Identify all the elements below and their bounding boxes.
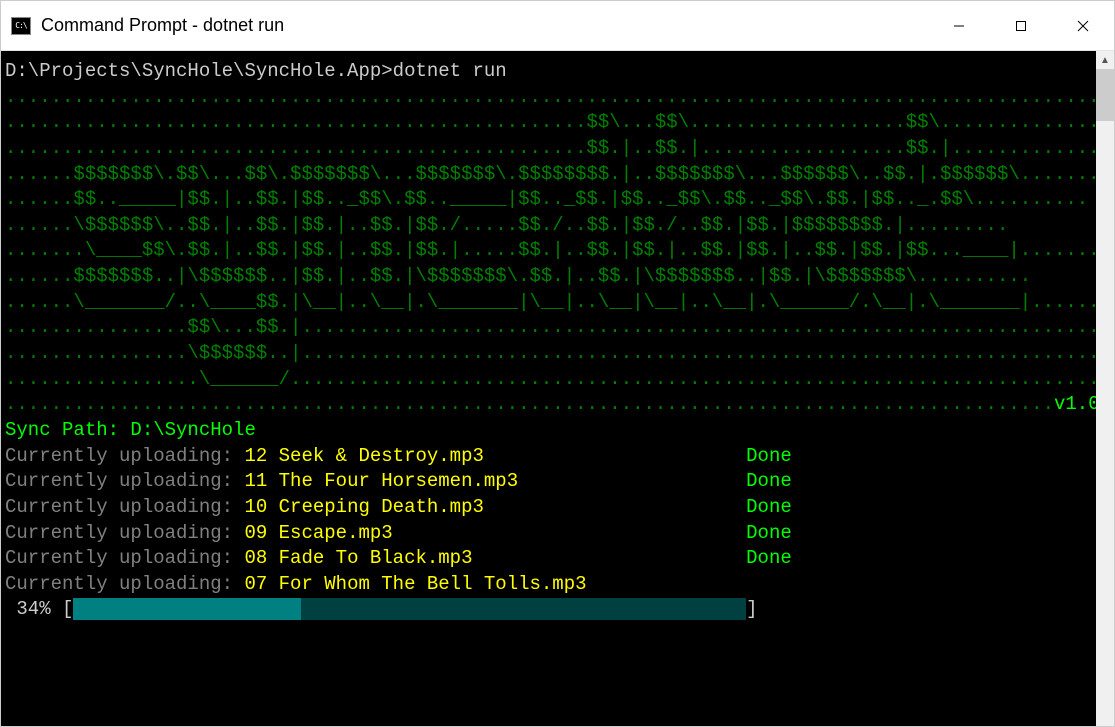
upload-label: Currently uploading: (5, 445, 244, 467)
ascii-art-line: ......\_______/..\____$$.|\__|..\__|.\__… (5, 290, 1092, 316)
close-button[interactable] (1052, 1, 1114, 50)
upload-pad (587, 573, 747, 595)
version-text: v1.0.0.0 (1054, 393, 1096, 415)
window-controls (928, 1, 1114, 50)
titlebar[interactable]: C:\ Command Prompt - dotnet run (1, 1, 1114, 51)
upload-row: Currently uploading: 07 For Whom The Bel… (5, 572, 1092, 598)
upload-status: Done (746, 547, 792, 569)
ascii-art-line: ................$$\...$$.|..............… (5, 315, 1092, 341)
upload-pad (484, 496, 746, 518)
upload-pad (473, 547, 747, 569)
scroll-thumb[interactable] (1096, 69, 1114, 121)
progress-percent: 34% (5, 597, 62, 623)
cmd-icon: C:\ (11, 17, 31, 35)
command-prompt-window: C:\ Command Prompt - dotnet run D:\Proje… (0, 0, 1115, 727)
sync-path-value: D:\SyncHole (130, 419, 255, 441)
upload-pad (484, 445, 746, 467)
upload-row: Currently uploading: 12 Seek & Destroy.m… (5, 444, 1092, 470)
progress-close-bracket: ] (746, 598, 757, 620)
upload-status: Done (746, 522, 792, 544)
upload-pad (518, 470, 746, 492)
upload-row: Currently uploading: 08 Fade To Black.mp… (5, 546, 1092, 572)
prompt-text: D:\Projects\SyncHole\SyncHole.App> (5, 60, 393, 82)
maximize-button[interactable] (990, 1, 1052, 50)
progress-bar-fill (73, 598, 301, 620)
upload-file: 12 Seek & Destroy.mp3 (244, 445, 483, 467)
upload-label: Currently uploading: (5, 547, 244, 569)
upload-row: Currently uploading: 10 Creeping Death.m… (5, 495, 1092, 521)
upload-pad (393, 522, 746, 544)
terminal-wrap: D:\Projects\SyncHole\SyncHole.App>dotnet… (1, 51, 1114, 726)
progress-bar-bg (301, 598, 746, 620)
ascii-art-line: ......$$$$$$$..|\$$$$$$..|$$.|..$$.|\$$$… (5, 264, 1092, 290)
ascii-art-line: ......\$$$$$$\..$$.|..$$.|$$.|..$$.|$$./… (5, 213, 1092, 239)
ascii-art-line: .......\____$$\.$$.|..$$.|$$.|..$$.|$$.|… (5, 238, 1092, 264)
ascii-art-line: ......$$.._____|$$.|..$$.|$$.._$$\.$$.._… (5, 187, 1092, 213)
version-line: ........................................… (5, 392, 1092, 418)
minimize-button[interactable] (928, 1, 990, 50)
maximize-icon (1015, 20, 1027, 32)
window-title: Command Prompt - dotnet run (39, 15, 928, 36)
sync-path-line: Sync Path: D:\SyncHole (5, 418, 1092, 444)
cmd-icon-text: C:\ (15, 21, 26, 30)
upload-file: 10 Creeping Death.mp3 (244, 496, 483, 518)
upload-file: 07 For Whom The Bell Tolls.mp3 (244, 573, 586, 595)
ascii-art-line: ........................................… (5, 110, 1092, 136)
upload-row: Currently uploading: 11 The Four Horseme… (5, 469, 1092, 495)
upload-label: Currently uploading: (5, 496, 244, 518)
upload-status: Done (746, 496, 792, 518)
progress-open-bracket: [ (62, 598, 73, 620)
scrollbar[interactable]: ▲ (1096, 51, 1114, 726)
command-text: dotnet run (393, 60, 507, 82)
upload-row: Currently uploading: 09 Escape.mp3 Done (5, 521, 1092, 547)
ascii-art-line: ........................................… (5, 136, 1092, 162)
upload-label: Currently uploading: (5, 522, 244, 544)
upload-status: Done (746, 470, 792, 492)
ascii-art-line: ........................................… (5, 85, 1092, 111)
scroll-up-arrow-icon[interactable]: ▲ (1096, 51, 1114, 69)
upload-file: 08 Fade To Black.mp3 (244, 547, 472, 569)
upload-label: Currently uploading: (5, 573, 244, 595)
upload-label: Currently uploading: (5, 470, 244, 492)
close-icon (1077, 20, 1089, 32)
version-dots: ........................................… (5, 393, 1054, 415)
ascii-art-line: .................\______/...............… (5, 367, 1092, 393)
sync-path-label: Sync Path: (5, 419, 130, 441)
ascii-art-line: ................\$$$$$$..|..............… (5, 341, 1092, 367)
prompt-line: D:\Projects\SyncHole\SyncHole.App>dotnet… (5, 59, 1092, 85)
upload-file: 09 Escape.mp3 (244, 522, 392, 544)
upload-status: Done (746, 445, 792, 467)
minimize-icon (953, 20, 965, 32)
ascii-art-line: ......$$$$$$$\.$$\...$$\.$$$$$$$\...$$$$… (5, 162, 1092, 188)
upload-file: 11 The Four Horsemen.mp3 (244, 470, 518, 492)
terminal-output[interactable]: D:\Projects\SyncHole\SyncHole.App>dotnet… (1, 51, 1096, 726)
progress-line: 34% [ ] (5, 597, 1092, 623)
